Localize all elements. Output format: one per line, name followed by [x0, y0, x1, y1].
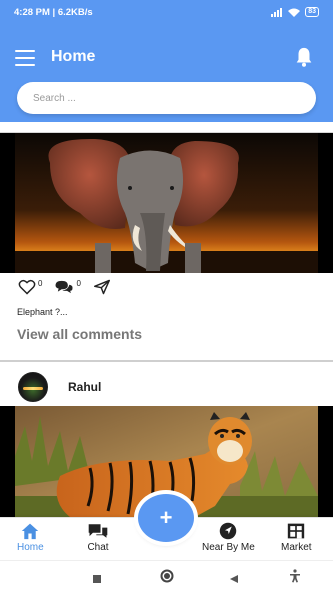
- search-input[interactable]: [33, 92, 316, 104]
- comment-button[interactable]: 0: [54, 279, 81, 295]
- recents-button[interactable]: [92, 571, 102, 589]
- add-post-button[interactable]: +: [138, 494, 194, 542]
- back-button[interactable]: [229, 571, 239, 589]
- square-icon: [93, 575, 101, 583]
- nav-item-market[interactable]: Market: [281, 522, 312, 553]
- nav-label-market: Market: [281, 542, 312, 553]
- search-bar[interactable]: [17, 82, 316, 114]
- app-bar: Home: [0, 24, 333, 122]
- signal-icon: [271, 7, 283, 17]
- post-author-row[interactable]: Rahul: [18, 372, 101, 402]
- nav-item-near-by-me[interactable]: Near By Me: [202, 522, 255, 553]
- like-count: 0: [38, 279, 43, 288]
- store-icon: [288, 523, 305, 539]
- nav-item-home[interactable]: Home: [17, 522, 44, 553]
- navigation-arrow-icon: [220, 522, 237, 540]
- accessibility-button[interactable]: [289, 569, 301, 588]
- status-time: 4:28 PM | 6.2KB/s: [14, 6, 93, 18]
- nav-label-chat: Chat: [87, 542, 109, 553]
- status-icons: 83: [271, 7, 319, 17]
- plus-icon: +: [159, 505, 173, 530]
- home-system-button[interactable]: [160, 569, 174, 588]
- bell-icon[interactable]: [293, 46, 315, 68]
- send-icon: [93, 279, 110, 295]
- hamburger-menu-icon[interactable]: [15, 50, 35, 66]
- share-button[interactable]: [93, 279, 111, 295]
- author-name[interactable]: Rahul: [68, 380, 101, 394]
- post-divider: [0, 360, 333, 362]
- nav-label-near-by-me: Near By Me: [202, 542, 255, 553]
- post-image-elephant[interactable]: [0, 133, 333, 273]
- status-bar: 4:28 PM | 6.2KB/s 83: [0, 0, 333, 24]
- page-title: Home: [51, 48, 96, 65]
- nav-item-chat[interactable]: Chat: [87, 522, 109, 553]
- feed[interactable]: 0 0 Elephant ?... View all comments Rahu…: [0, 122, 333, 517]
- post-actions: 0 0: [18, 278, 123, 296]
- back-triangle-icon: [230, 575, 238, 583]
- like-button[interactable]: 0: [18, 279, 42, 295]
- chat-icon: [88, 524, 108, 538]
- circle-icon: [160, 569, 174, 583]
- elephant-photo: [0, 133, 333, 273]
- comments-icon: [55, 280, 74, 294]
- comment-count: 0: [76, 279, 81, 288]
- home-icon: [22, 523, 39, 540]
- wifi-icon: [288, 8, 301, 17]
- accessibility-icon: [290, 569, 300, 583]
- battery-icon: 83: [305, 7, 319, 17]
- avatar[interactable]: [18, 372, 48, 402]
- system-nav-bar: [0, 560, 333, 592]
- nav-label-home: Home: [17, 542, 44, 553]
- post-caption: Elephant ?...: [17, 307, 68, 317]
- heart-icon: [18, 279, 36, 295]
- view-all-comments-link[interactable]: View all comments: [17, 326, 142, 342]
